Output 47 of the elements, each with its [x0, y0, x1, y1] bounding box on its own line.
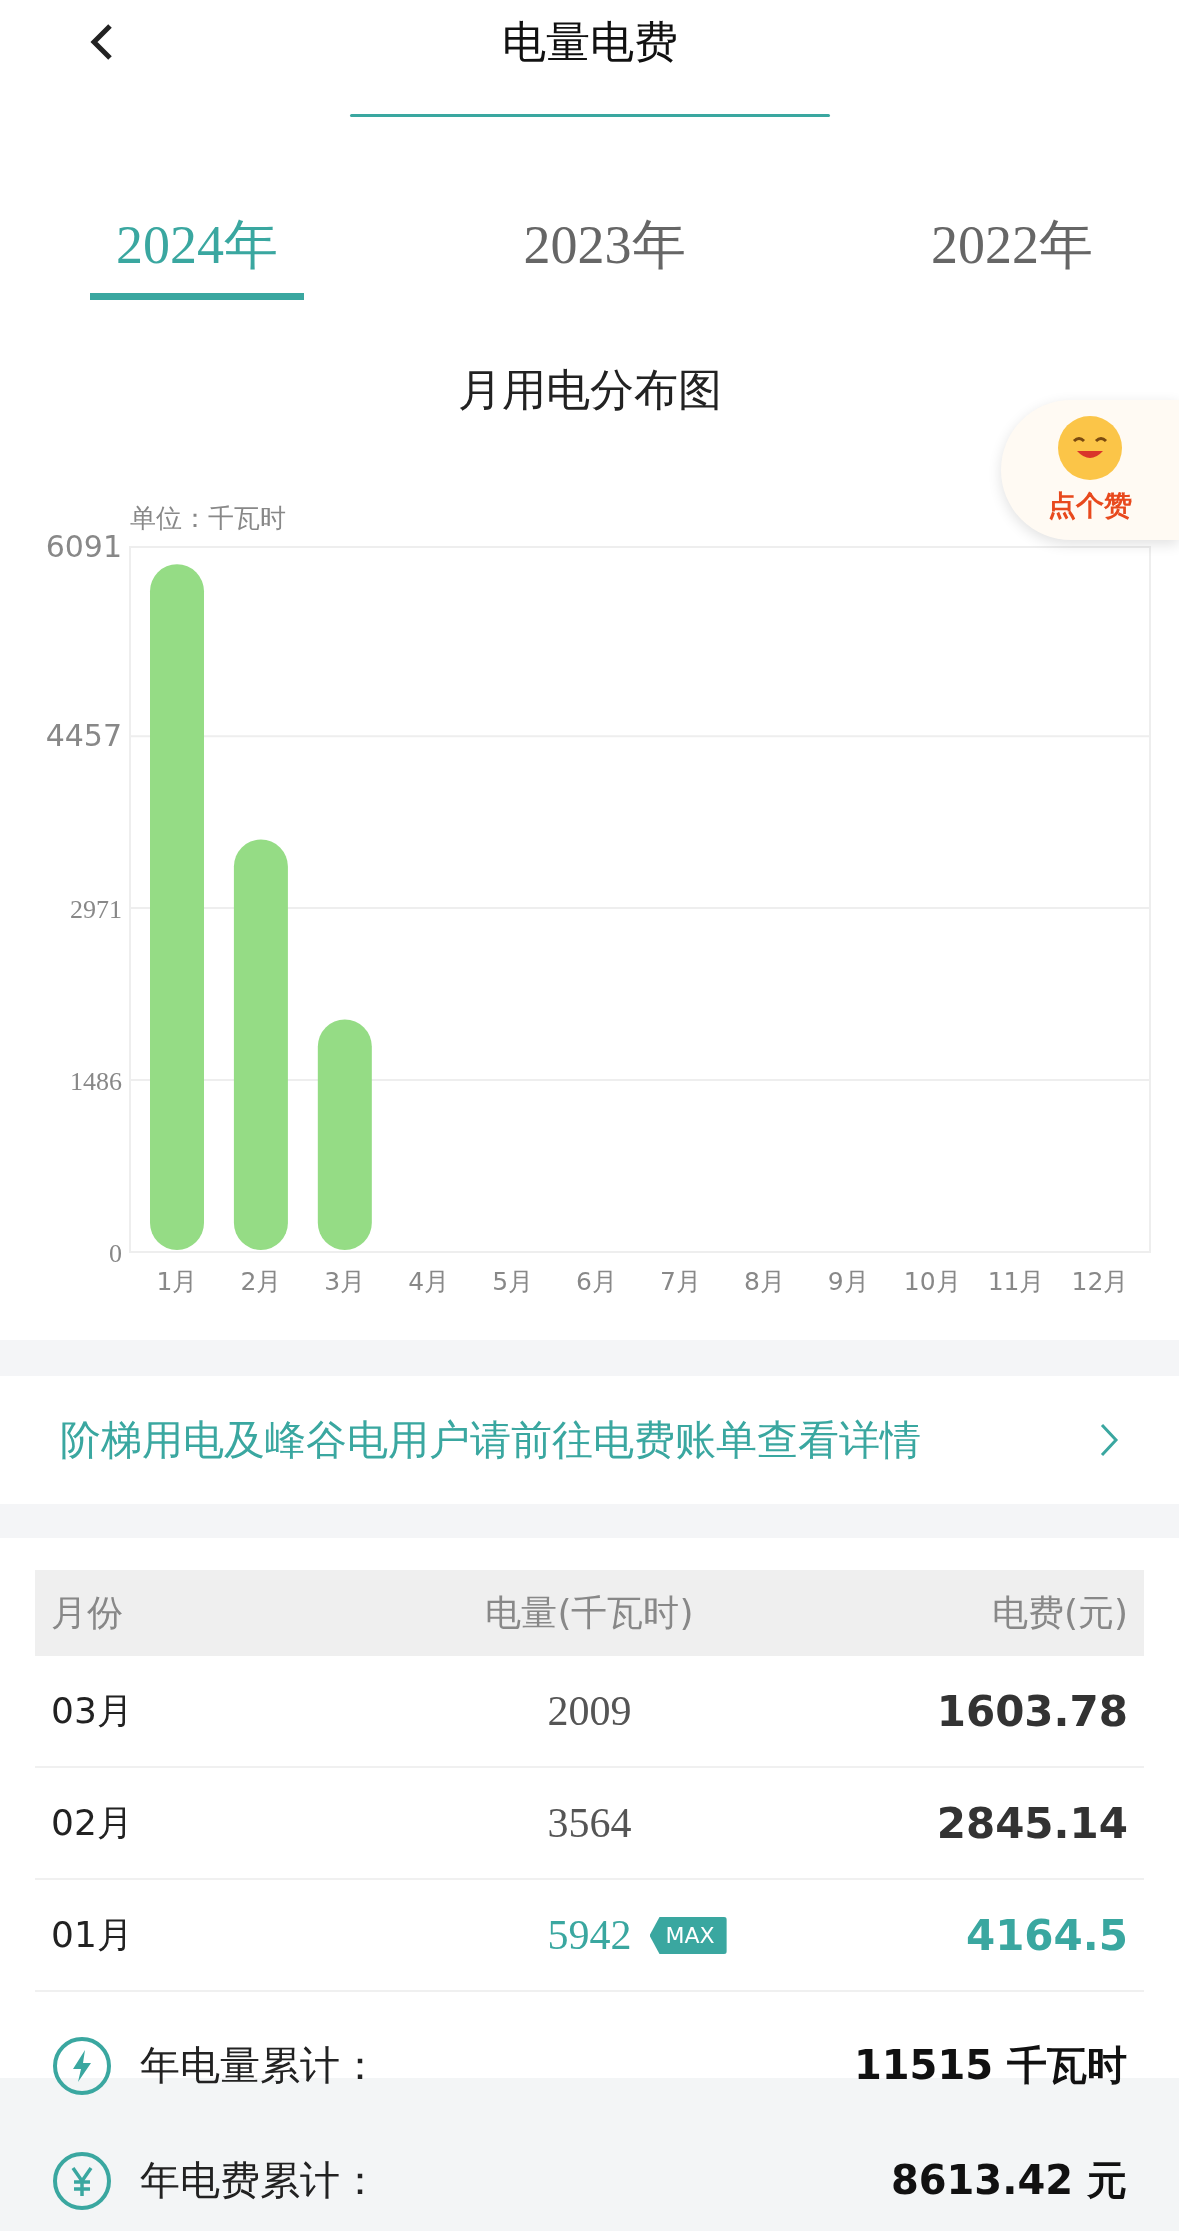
- summary-label: 年电量累计：: [140, 2041, 381, 2090]
- x-tick-label: 1月: [156, 1267, 198, 1296]
- back-icon[interactable]: [88, 22, 114, 62]
- x-tick-label: 7月: [660, 1267, 701, 1296]
- y-tick-label: 6091: [45, 529, 122, 564]
- x-tick-label: 11月: [987, 1267, 1045, 1296]
- x-tick-label: 3月: [324, 1267, 366, 1296]
- x-tick-label: 8月: [743, 1267, 785, 1296]
- energy-cell: 5942: [547, 1911, 632, 1959]
- x-tick-label: 5月: [492, 1267, 534, 1296]
- y-tick-label: 4457: [45, 718, 122, 754]
- fee-cell-text: 2845.14: [935, 1798, 1128, 1848]
- y-tick-label: 0: [109, 1239, 122, 1268]
- summary-value: 8613.42 元: [890, 2156, 1127, 2205]
- chart-title: 月用电分布图: [457, 363, 722, 417]
- bill-link[interactable]: 阶梯用电及峰谷电用户请前往电费账单查看详情: [0, 1376, 1179, 1504]
- x-tick-label: 10月: [903, 1267, 961, 1296]
- yen-icon: [52, 2150, 112, 2211]
- month-cell-text: 03月: [51, 1688, 134, 1733]
- x-tick-label: 4月: [408, 1267, 450, 1296]
- energy-cell: 2009: [547, 1687, 632, 1735]
- month-cell-text: 01月: [51, 1912, 134, 1957]
- lightning-icon: [52, 2035, 112, 2096]
- x-tick-label: 6月: [576, 1267, 617, 1296]
- summary-label: 年电费累计：: [140, 2156, 381, 2205]
- column-header: 月份: [51, 1590, 124, 1635]
- y-tick-label: 1486: [70, 1067, 122, 1096]
- chevron-right-icon: [1099, 1422, 1119, 1458]
- page-title: 电量电费: [501, 14, 678, 69]
- column-header: 电费(元): [990, 1590, 1128, 1635]
- fee-cell-text: 4164.5: [964, 1910, 1128, 1960]
- x-tick-label: 9月: [827, 1267, 869, 1296]
- unit-label: 单位：千瓦时: [130, 503, 286, 533]
- month-cell-text: 02月: [51, 1800, 134, 1845]
- like-button[interactable]: 点个赞: [1001, 400, 1179, 540]
- year-tab[interactable]: 2024年: [90, 120, 304, 300]
- x-tick-label: 2月: [240, 1267, 282, 1296]
- summary-value: 11515 千瓦时: [853, 2041, 1127, 2090]
- energy-cell: 3564: [547, 1799, 632, 1847]
- max-badge: MAX: [649, 1917, 727, 1954]
- y-tick-label: 2971: [70, 895, 122, 925]
- year-tab[interactable]: 2022年: [905, 120, 1119, 300]
- fee-cell-text: 1603.78: [935, 1686, 1128, 1736]
- smiley-icon: [1057, 415, 1123, 481]
- x-tick-label: 12月: [1071, 1267, 1129, 1296]
- column-header: 电量(千瓦时): [485, 1590, 694, 1635]
- year-tab[interactable]: 2023年: [497, 120, 712, 300]
